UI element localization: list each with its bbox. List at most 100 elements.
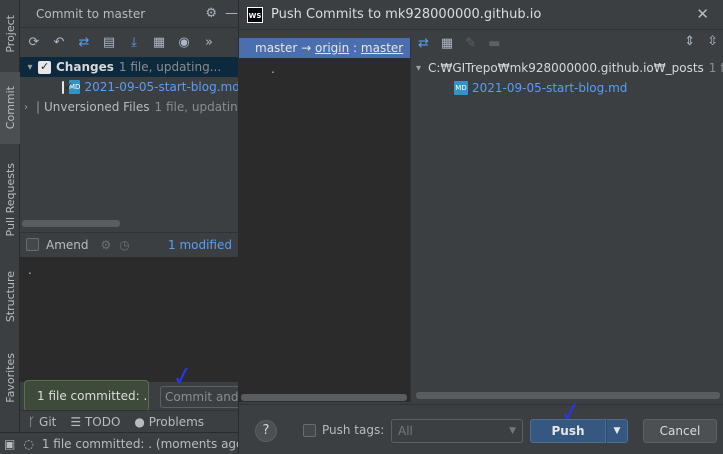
commits-horizontal-scrollbar[interactable]: [241, 394, 407, 401]
remote-name-link[interactable]: origin: [315, 41, 349, 55]
folder-meta: 1 fil: [708, 61, 723, 75]
files-toolbar: ⇄ ▦ ✎ ▬: [412, 32, 723, 54]
group-by-icon[interactable]: ▦: [151, 35, 167, 50]
changes-horizontal-scrollbar[interactable]: [22, 220, 120, 227]
chevron-down-icon: ▼: [613, 426, 621, 436]
commit-panel-header: Commit to master ⚙ —: [20, 0, 238, 28]
unversioned-meta: 1 file, updating...: [154, 100, 239, 114]
problems-tool-button[interactable]: ● Problems: [134, 415, 204, 429]
dialog-title-bar: WS Push Commits to mk928000000.github.io…: [239, 0, 723, 30]
git-tool-label: Git: [39, 414, 57, 429]
more-icon[interactable]: »: [201, 35, 217, 50]
dialog-footer: ? Push tags: All ▼ Push ▼ Cancel: [239, 404, 723, 454]
bottom-tool-bar: ᚴ Git ☰ TODO ● Problems: [20, 410, 238, 432]
changed-file-row[interactable]: MD 2021-09-05-start-blog.md: [20, 77, 238, 97]
progress-spinner-icon: ◌: [23, 436, 34, 451]
file-checkbox[interactable]: [62, 80, 73, 94]
commit-toast-notification[interactable]: 1 file committed: .: [24, 380, 149, 412]
amend-label[interactable]: Amend: [46, 238, 89, 252]
cancel-button[interactable]: Cancel: [643, 419, 717, 443]
tab-project[interactable]: Project: [0, 4, 20, 64]
markdown-file-icon: MD: [454, 81, 468, 95]
changed-file-name: 2021-09-05-start-blog.md: [84, 80, 238, 94]
info-icon: ●: [134, 414, 149, 429]
local-branch: master: [255, 41, 298, 55]
help-button[interactable]: ?: [255, 420, 277, 442]
tab-pull-requests[interactable]: Pull Requests: [0, 152, 20, 248]
gear-icon[interactable]: ⚙: [205, 6, 217, 21]
commit-toolbar: ⟳ ↶ ⇄ ▤ ⤓ ▦ ◉ »: [20, 28, 238, 56]
changes-meta: 1 file, updating...: [118, 60, 222, 74]
files-toolbar-right: ⇕ ⇳: [684, 34, 718, 49]
group-by-icon[interactable]: ▦: [441, 36, 453, 51]
tab-structure-label: Structure: [3, 271, 17, 323]
webstorm-logo: WS: [247, 6, 263, 23]
expand-all-icon[interactable]: ⇕: [684, 34, 695, 49]
unversioned-node[interactable]: › Unversioned Files 1 file, updating...: [20, 97, 238, 117]
commit-message-input[interactable]: .: [20, 257, 238, 382]
tab-commit-label: Commit: [3, 86, 17, 130]
git-branch-icon: ᚴ: [28, 414, 40, 429]
todo-tool-button[interactable]: ☰ TODO: [70, 415, 120, 429]
amend-checkbox[interactable]: [26, 238, 39, 251]
folder-path: C:₩GITrepo₩mk928000000.github.io₩_posts: [428, 61, 704, 75]
download-icon[interactable]: ⤓: [126, 35, 142, 50]
tab-structure[interactable]: Structure: [0, 262, 20, 332]
chevron-right-icon[interactable]: ›: [24, 102, 28, 113]
push-tags-checkbox[interactable]: [303, 423, 316, 437]
chevron-down-icon[interactable]: ▾: [24, 62, 36, 73]
amend-row: Amend ⚙ ◷ 1 modified: [20, 232, 238, 256]
history-icon[interactable]: ◷: [119, 238, 129, 252]
chevron-down-icon[interactable]: ▾: [416, 63, 421, 74]
chevron-down-icon: ▼: [509, 426, 516, 436]
push-file-name: 2021-09-05-start-blog.md: [472, 81, 628, 95]
diff-icon[interactable]: ⇄: [418, 36, 429, 51]
layout-icon[interactable]: ▣: [4, 437, 15, 451]
shelve-icon[interactable]: ▤: [101, 35, 117, 50]
push-tags-select[interactable]: All ▼: [391, 419, 523, 443]
changes-label: Changes: [56, 60, 114, 74]
status-message[interactable]: 1 file committed: . (moments ago): [42, 437, 248, 451]
changes-node[interactable]: ▾ Changes 1 file, updating...: [20, 57, 238, 77]
dialog-title: Push Commits to mk928000000.github.io: [271, 7, 542, 22]
push-tags-option: Push tags:: [303, 423, 384, 437]
push-commits-list: master → origin : master .: [239, 38, 411, 402]
folder-row[interactable]: ▾ C:₩GITrepo₩mk928000000.github.io₩_post…: [416, 58, 723, 78]
tags-select-value: All: [398, 424, 413, 438]
tab-favorites[interactable]: Favorites: [0, 342, 20, 414]
commit-panel-header-icons: ⚙ —: [197, 6, 238, 21]
unversioned-label: Unversioned Files: [44, 100, 150, 114]
branch-separator: :: [353, 41, 358, 55]
commit-panel-title: Commit to master: [36, 6, 146, 21]
changes-checkbox[interactable]: [38, 60, 51, 74]
push-options-dropdown[interactable]: ▼: [606, 419, 628, 443]
diff-icon[interactable]: ⇄: [76, 35, 92, 50]
rollback-icon[interactable]: ↶: [51, 35, 67, 50]
branch-arrow: →: [301, 41, 312, 55]
problems-tool-label: Problems: [148, 414, 205, 429]
todo-tool-label: TODO: [84, 414, 121, 429]
branch-row[interactable]: master → origin : master: [239, 38, 410, 58]
refresh-icon[interactable]: ⟳: [26, 35, 42, 50]
modified-count[interactable]: 1 modified: [168, 238, 232, 252]
gear-icon[interactable]: ⚙: [101, 238, 112, 252]
tab-pull-requests-label: Pull Requests: [3, 163, 17, 237]
tab-project-label: Project: [3, 15, 17, 53]
remote-branch-link[interactable]: master: [361, 41, 403, 55]
edit-icon[interactable]: ✎: [465, 36, 476, 51]
list-icon: ☰: [70, 414, 85, 429]
commit-entry[interactable]: .: [271, 62, 275, 76]
eye-icon[interactable]: ◉: [176, 35, 192, 50]
unversioned-checkbox[interactable]: [37, 100, 39, 114]
push-commits-dialog: WS Push Commits to mk928000000.github.io…: [238, 0, 723, 454]
collapse-all-icon[interactable]: ⇳: [707, 34, 718, 49]
close-icon[interactable]: ✕: [696, 5, 709, 23]
minimize-icon[interactable]: —: [225, 6, 238, 21]
tool-window-strip: Project Commit Pull Requests Structure F…: [0, 0, 20, 432]
push-file-row[interactable]: MD 2021-09-05-start-blog.md: [454, 78, 723, 98]
tab-commit[interactable]: Commit: [0, 72, 20, 144]
git-tool-button[interactable]: ᚴ Git: [28, 415, 56, 429]
save-icon[interactable]: ▬: [488, 36, 500, 51]
tab-favorites-label: Favorites: [3, 353, 17, 403]
push-tags-label[interactable]: Push tags:: [322, 423, 384, 437]
